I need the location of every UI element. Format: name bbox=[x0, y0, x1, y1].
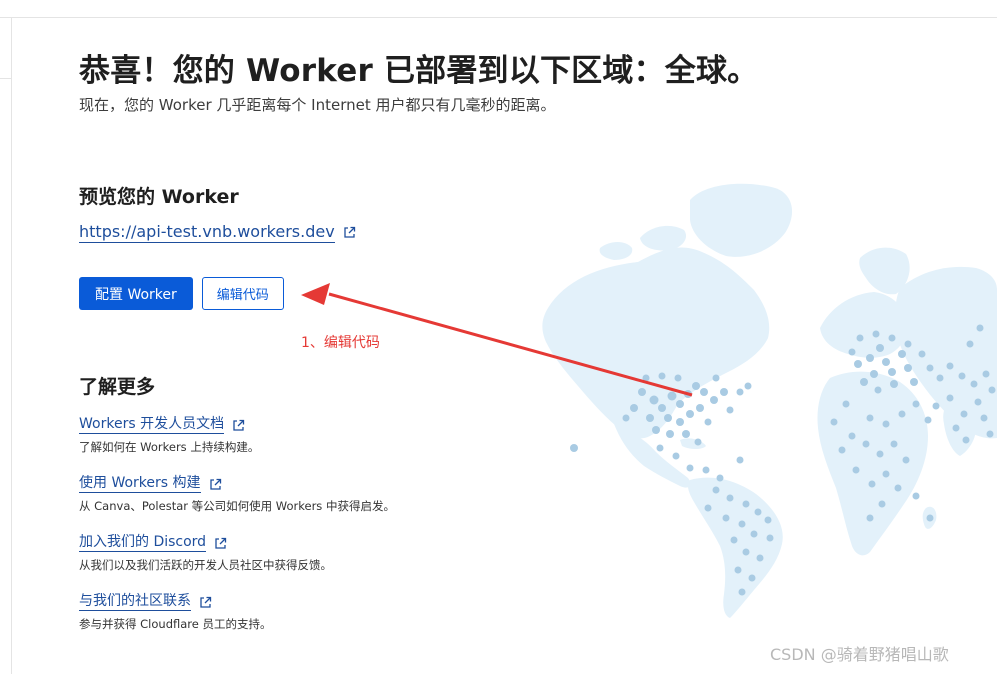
learn-item-community: 与我们的社区联系 参与并获得 Cloudflare 员工的支持。 bbox=[79, 592, 579, 651]
learn-desc-community: 参与并获得 Cloudflare 员工的支持。 bbox=[79, 617, 272, 631]
edit-code-button[interactable]: 编辑代码 bbox=[201, 277, 284, 310]
annotation-arrow-line bbox=[328, 292, 693, 397]
learn-desc-docs: 了解如何在 Workers 上持续构建。 bbox=[79, 440, 260, 454]
learn-item-docs: Workers 开发人员文档 了解如何在 Workers 上持续构建。 bbox=[79, 415, 579, 474]
learn-desc-discord: 从我们以及我们活跃的开发人员社区中获得反馈。 bbox=[79, 558, 332, 572]
external-link-icon[interactable] bbox=[232, 419, 245, 432]
world-map-graphic bbox=[542, 183, 997, 618]
header: 恭喜！您的 Worker 已部署到以下区域：全球。 现在，您的 Worker 几… bbox=[79, 50, 779, 115]
watermark: CSDN @骑着野猪唱山歌 bbox=[770, 645, 949, 664]
learn-link-discord[interactable]: 加入我们的 Discord bbox=[79, 534, 207, 552]
left-stub-divider bbox=[0, 78, 11, 79]
left-divider bbox=[11, 17, 12, 674]
external-link-icon[interactable] bbox=[343, 226, 356, 239]
preview-url-row: https://api-test.vnb.workers.dev bbox=[79, 222, 356, 243]
action-buttons: 配置 Worker 编辑代码 bbox=[79, 277, 284, 310]
learn-item-build: 使用 Workers 构建 从 Canva、Polestar 等公司如何使用 W… bbox=[79, 474, 579, 533]
learn-link-build[interactable]: 使用 Workers 构建 bbox=[79, 475, 201, 493]
learn-more-title: 了解更多 bbox=[79, 376, 156, 398]
page-title: 恭喜！您的 Worker 已部署到以下区域：全球。 bbox=[79, 53, 759, 89]
external-link-icon[interactable] bbox=[214, 537, 227, 550]
learn-link-community[interactable]: 与我们的社区联系 bbox=[79, 593, 191, 611]
learn-item-discord: 加入我们的 Discord 从我们以及我们活跃的开发人员社区中获得反馈。 bbox=[79, 533, 579, 592]
external-link-icon[interactable] bbox=[199, 596, 212, 609]
page-subtitle: 现在，您的 Worker 几乎距离每个 Internet 用户都只有几毫秒的距离… bbox=[79, 96, 556, 114]
learn-link-docs[interactable]: Workers 开发人员文档 bbox=[79, 416, 225, 434]
top-divider bbox=[0, 17, 997, 18]
external-link-icon[interactable] bbox=[209, 478, 222, 491]
map-land bbox=[542, 183, 997, 618]
learn-desc-build: 从 Canva、Polestar 等公司如何使用 Workers 中获得启发。 bbox=[79, 499, 395, 513]
preview-section-title: 预览您的 Worker bbox=[79, 186, 239, 208]
annotation-label: 1、编辑代码 bbox=[301, 335, 380, 351]
configure-worker-button[interactable]: 配置 Worker bbox=[79, 277, 193, 310]
learn-more-list: Workers 开发人员文档 了解如何在 Workers 上持续构建。 使用 W… bbox=[79, 415, 579, 651]
world-map bbox=[530, 178, 997, 622]
annotation-arrow-head bbox=[301, 283, 330, 305]
preview-url-link[interactable]: https://api-test.vnb.workers.dev bbox=[79, 222, 335, 243]
